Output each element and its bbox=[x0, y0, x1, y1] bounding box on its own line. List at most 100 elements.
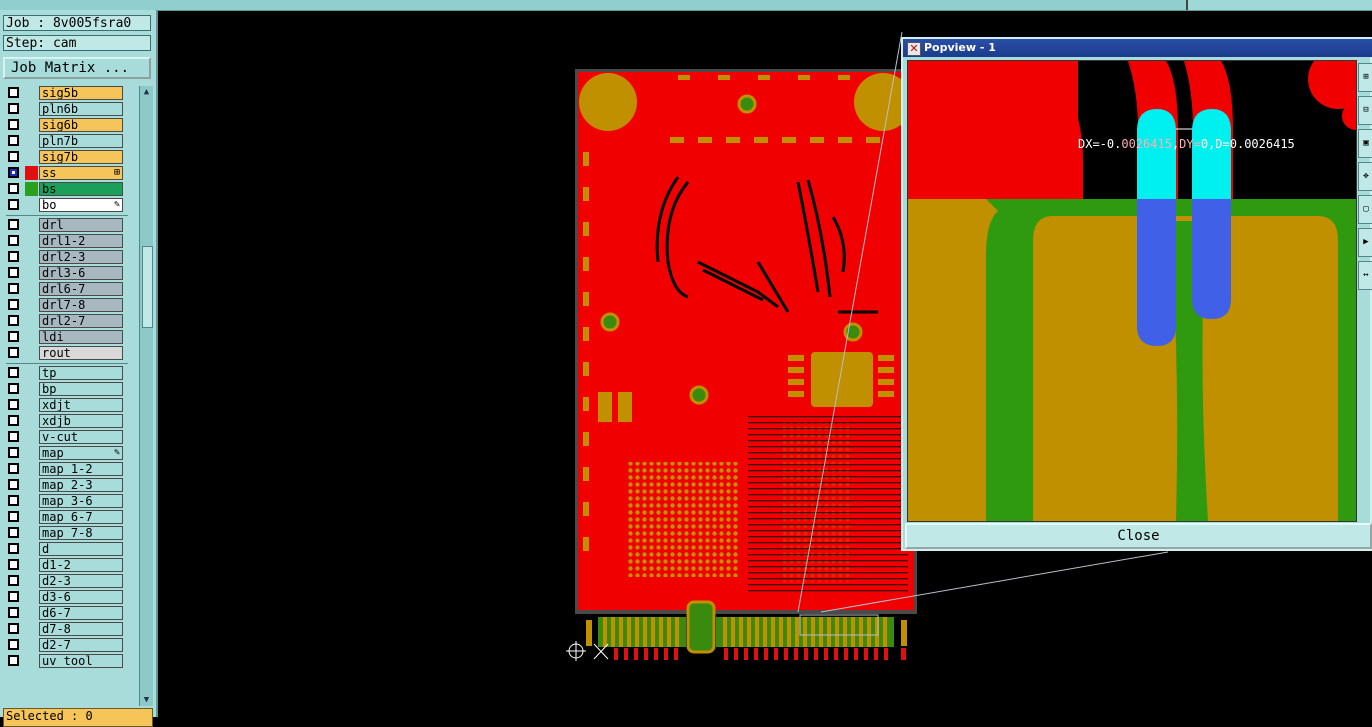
layer-row-drl3-6[interactable]: drl3-6 bbox=[3, 266, 135, 280]
layer-name[interactable]: drl3-6 bbox=[39, 266, 123, 280]
layer-checkbox[interactable] bbox=[8, 527, 19, 538]
layer-list-scrollbar[interactable]: ▲ ▼ bbox=[139, 86, 153, 706]
layer-checkbox[interactable] bbox=[8, 283, 19, 294]
layer-row-d2-3[interactable]: d2-3 bbox=[3, 574, 135, 588]
layer-checkbox[interactable] bbox=[8, 183, 19, 194]
layer-checkbox[interactable] bbox=[8, 479, 19, 490]
layer-row-map_3-6[interactable]: map_3-6 bbox=[3, 494, 135, 508]
layer-name[interactable]: map_6-7 bbox=[39, 510, 123, 524]
layer-row-sig5b[interactable]: sig5b bbox=[3, 86, 135, 100]
layer-checkbox[interactable] bbox=[8, 591, 19, 602]
layer-row-map_1-2[interactable]: map_1-2 bbox=[3, 462, 135, 476]
redraw-tool-icon[interactable]: ▢ bbox=[1358, 195, 1372, 224]
layer-row-sig6b[interactable]: sig6b bbox=[3, 118, 135, 132]
scroll-thumb[interactable] bbox=[142, 246, 153, 328]
layer-name[interactable]: d7-8 bbox=[39, 622, 123, 636]
layer-name[interactable]: tp bbox=[39, 366, 123, 380]
layer-checkbox[interactable] bbox=[8, 251, 19, 262]
layer-row-drl1-2[interactable]: drl1-2 bbox=[3, 234, 135, 248]
layer-row-d7-8[interactable]: d7-8 bbox=[3, 622, 135, 636]
layer-checkbox[interactable] bbox=[8, 347, 19, 358]
layer-name[interactable]: pln7b bbox=[39, 134, 123, 148]
layer-name[interactable]: sig6b bbox=[39, 118, 123, 132]
layer-row-pln6b[interactable]: pln6b bbox=[3, 102, 135, 116]
layer-name[interactable]: ldi bbox=[39, 330, 123, 344]
layer-name[interactable]: v-cut bbox=[39, 430, 123, 444]
job-matrix-button[interactable]: Job Matrix ... bbox=[3, 57, 151, 79]
layer-name[interactable]: d2-7 bbox=[39, 638, 123, 652]
layer-row-d6-7[interactable]: d6-7 bbox=[3, 606, 135, 620]
layer-row-uv_tool[interactable]: uv_tool bbox=[3, 654, 135, 668]
layer-checkbox[interactable] bbox=[8, 623, 19, 634]
layer-name[interactable]: d2-3 bbox=[39, 574, 123, 588]
layer-name[interactable]: drl2-7 bbox=[39, 314, 123, 328]
layer-checkbox[interactable] bbox=[8, 151, 19, 162]
layer-row-d3-6[interactable]: d3-6 bbox=[3, 590, 135, 604]
popview-titlebar[interactable]: ✕ Popview - 1 bbox=[903, 39, 1372, 57]
layer-checkbox[interactable] bbox=[8, 415, 19, 426]
layer-name[interactable]: drl6-7 bbox=[39, 282, 123, 296]
layer-checkbox[interactable] bbox=[8, 235, 19, 246]
layer-row-drl6-7[interactable]: drl6-7 bbox=[3, 282, 135, 296]
zoom-out-tool-icon[interactable]: ⊟ bbox=[1358, 96, 1372, 125]
zoom-in-tool-icon[interactable]: ⊞ bbox=[1358, 63, 1372, 92]
layer-row-rout[interactable]: rout bbox=[3, 346, 135, 360]
zoom-fit-tool-icon[interactable]: ▣ bbox=[1358, 129, 1372, 158]
layer-name[interactable]: sig7b bbox=[39, 150, 123, 164]
layer-checkbox[interactable] bbox=[8, 135, 19, 146]
layer-name[interactable]: xdjb bbox=[39, 414, 123, 428]
layer-row-map[interactable]: map ✎ bbox=[3, 446, 135, 460]
layer-checkbox[interactable] bbox=[8, 559, 19, 570]
layer-checkbox[interactable] bbox=[8, 447, 19, 458]
layer-checkbox[interactable] bbox=[8, 219, 19, 230]
layer-checkbox[interactable] bbox=[8, 399, 19, 410]
layer-name[interactable]: uv_tool bbox=[39, 654, 123, 668]
measure-tool-icon[interactable]: ↔ bbox=[1358, 261, 1372, 290]
layer-name[interactable]: map_1-2 bbox=[39, 462, 123, 476]
layer-name[interactable]: d3-6 bbox=[39, 590, 123, 604]
layer-name[interactable]: pln6b bbox=[39, 102, 123, 116]
layer-name[interactable]: xdjt bbox=[39, 398, 123, 412]
layer-row-tp[interactable]: tp bbox=[3, 366, 135, 380]
layer-name[interactable]: bp bbox=[39, 382, 123, 396]
layer-name[interactable]: bo ✎ bbox=[39, 198, 123, 212]
layer-name[interactable]: drl2-3 bbox=[39, 250, 123, 264]
layer-checkbox[interactable] bbox=[8, 607, 19, 618]
layer-checkbox[interactable] bbox=[8, 331, 19, 342]
layer-checkbox[interactable] bbox=[8, 299, 19, 310]
layer-checkbox[interactable] bbox=[8, 511, 19, 522]
layer-checkbox[interactable] bbox=[8, 543, 19, 554]
layer-checkbox[interactable] bbox=[8, 367, 19, 378]
scroll-down-arrow-icon[interactable]: ▼ bbox=[140, 694, 153, 706]
layer-name[interactable]: drl7-8 bbox=[39, 298, 123, 312]
close-button[interactable]: Close bbox=[905, 523, 1372, 549]
layer-checkbox[interactable] bbox=[8, 639, 19, 650]
layer-name[interactable]: ss ⊞ bbox=[39, 166, 123, 180]
layer-checkbox[interactable] bbox=[8, 267, 19, 278]
scroll-up-arrow-icon[interactable]: ▲ bbox=[140, 86, 153, 98]
layer-checkbox[interactable] bbox=[8, 495, 19, 506]
layer-checkbox[interactable] bbox=[8, 119, 19, 130]
layer-row-map_2-3[interactable]: map_2-3 bbox=[3, 478, 135, 492]
layer-checkbox[interactable] bbox=[8, 167, 19, 178]
layer-name[interactable]: map_3-6 bbox=[39, 494, 123, 508]
layer-name[interactable]: d1-2 bbox=[39, 558, 123, 572]
layer-row-drl7-8[interactable]: drl7-8 bbox=[3, 298, 135, 312]
layer-row-drl2-3[interactable]: drl2-3 bbox=[3, 250, 135, 264]
layer-row-bp[interactable]: bp bbox=[3, 382, 135, 396]
layer-checkbox[interactable] bbox=[8, 463, 19, 474]
layer-row-d1-2[interactable]: d1-2 bbox=[3, 558, 135, 572]
layer-checkbox[interactable] bbox=[8, 383, 19, 394]
window-close-icon[interactable]: ✕ bbox=[907, 42, 921, 56]
layer-name[interactable]: map ✎ bbox=[39, 446, 123, 460]
layer-row-d2-7[interactable]: d2-7 bbox=[3, 638, 135, 652]
layer-row-d[interactable]: d bbox=[3, 542, 135, 556]
layer-checkbox[interactable] bbox=[8, 655, 19, 666]
layer-name[interactable]: d bbox=[39, 542, 123, 556]
layer-checkbox[interactable] bbox=[8, 315, 19, 326]
layer-name[interactable]: drl1-2 bbox=[39, 234, 123, 248]
layer-row-v-cut[interactable]: v-cut bbox=[3, 430, 135, 444]
layer-checkbox[interactable] bbox=[8, 199, 19, 210]
layer-name[interactable]: rout bbox=[39, 346, 123, 360]
layer-row-drl[interactable]: drl bbox=[3, 218, 135, 232]
